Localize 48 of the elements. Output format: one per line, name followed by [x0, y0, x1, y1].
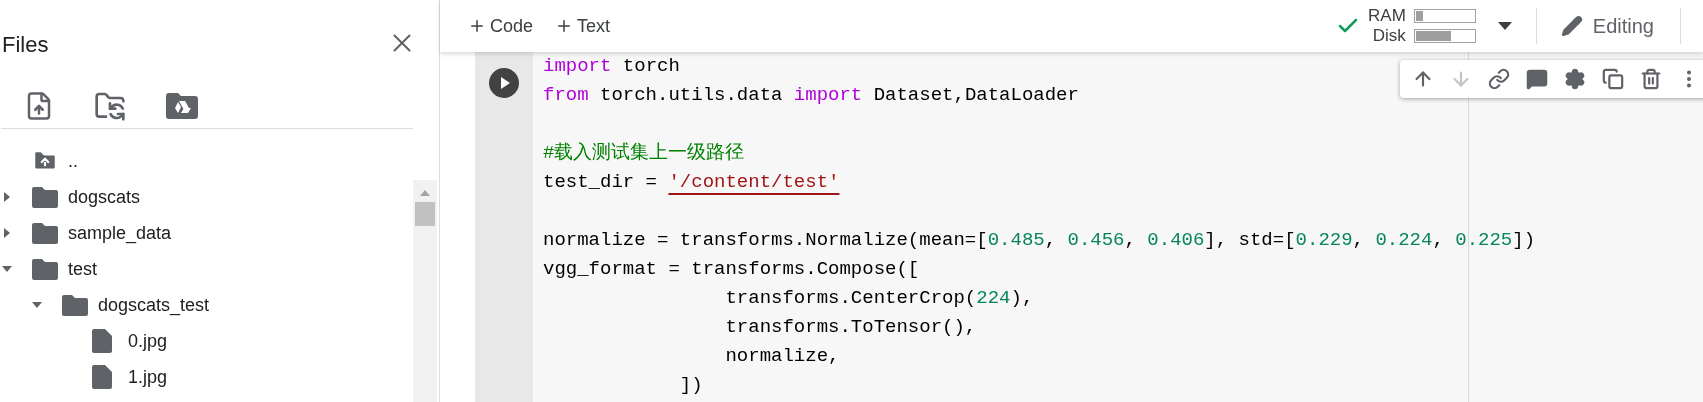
add-cell-button[interactable]: Text	[549, 8, 617, 44]
file-icon	[92, 329, 112, 353]
run-button[interactable]	[489, 68, 519, 98]
caret-down-icon[interactable]	[32, 300, 42, 310]
file-tree-item[interactable]: dogscats_test	[98, 291, 210, 319]
copy-icon[interactable]	[1602, 68, 1624, 90]
resource-label: RAM	[1368, 6, 1406, 26]
code-line: import torch	[543, 55, 680, 77]
settings-icon[interactable]	[1564, 68, 1586, 90]
folder-icon	[32, 186, 58, 208]
file-tree-item[interactable]: test	[68, 255, 97, 283]
pencil-icon	[1560, 15, 1583, 37]
dropdown-caret-icon[interactable]	[1497, 22, 1512, 30]
code-line: normalize,	[724, 345, 840, 367]
code-line: normalize = transforms.Normalize(mean=[0.485, 0.456, 0.406], std=[0.229, 0.224, 0.225])	[543, 229, 1536, 251]
code-line: vgg_format = transforms.Compose([	[543, 258, 920, 280]
resource-meter	[1413, 29, 1476, 43]
file-tree-item[interactable]: 0.jpg	[128, 327, 168, 355]
file-tree-item[interactable]: 1.jpg	[128, 363, 168, 391]
resource-meter	[1413, 9, 1476, 23]
caret-down-icon[interactable]	[2, 264, 12, 274]
file-tree-item[interactable]: dogscats	[68, 183, 141, 211]
file-icon	[92, 365, 112, 389]
scrollbar[interactable]	[413, 180, 437, 402]
caret-right-icon[interactable]	[2, 192, 12, 202]
folder-icon	[32, 222, 58, 244]
file-tree-item[interactable]: ..	[68, 147, 78, 175]
add-cell-button[interactable]: Code	[462, 8, 540, 44]
code-line: ])	[678, 374, 703, 396]
code-line: #载入测试集上一级路径	[543, 142, 745, 164]
delete-icon[interactable]	[1640, 68, 1662, 90]
editing-mode-button[interactable]: Editing	[1560, 6, 1654, 46]
scrollbar-thumb[interactable]	[415, 202, 435, 226]
folder-icon	[62, 294, 88, 316]
code-line: transforms.CenterCrop(224),	[724, 287, 1034, 309]
drive-folder-icon[interactable]	[166, 93, 198, 119]
folder-icon	[32, 258, 58, 280]
code-line: transforms.ToTensor(),	[724, 316, 977, 338]
comment-icon[interactable]	[1526, 68, 1548, 90]
code-line: test_dir = '/content/test'	[543, 171, 840, 193]
link-icon[interactable]	[1488, 68, 1510, 90]
plus-icon	[468, 17, 486, 35]
resource-label: Disk	[1372, 26, 1406, 46]
panel-title: Files	[2, 30, 49, 59]
file-tree-item[interactable]: sample_data	[68, 219, 172, 247]
code-line: from torch.utils.data import Dataset,DataLoader	[543, 84, 1079, 106]
caret-right-icon[interactable]	[2, 228, 12, 238]
refresh-folder-icon[interactable]	[94, 90, 126, 122]
